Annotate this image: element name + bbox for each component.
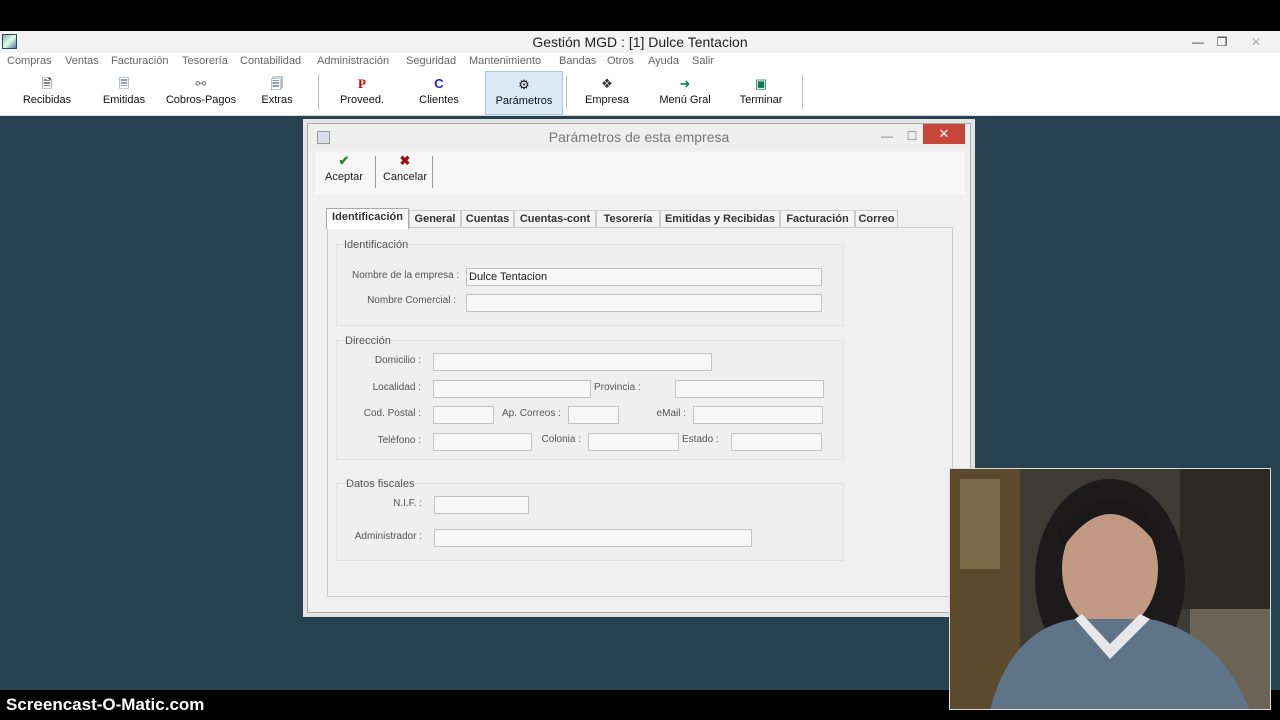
nombre-comercial-field[interactable]: [466, 294, 822, 312]
menu-otros[interactable]: Otros: [607, 55, 634, 67]
dialog-toolbar-separator: [432, 156, 433, 188]
arrow-right-icon: ➜: [679, 76, 691, 91]
tab-emitidas-recibidas[interactable]: Emitidas y Recibidas: [660, 210, 780, 228]
colonia-field[interactable]: [588, 433, 679, 451]
dialog-icon: [317, 131, 330, 144]
menu-mantenimiento[interactable]: Mantenimiento: [469, 55, 541, 67]
restore-button[interactable]: ❐: [1208, 32, 1236, 52]
datos-fiscales-group-label: Datos fiscales: [346, 478, 415, 490]
menu-tesoreria[interactable]: Tesorería: [182, 55, 228, 67]
dialog-close-button[interactable]: ✕: [923, 124, 965, 144]
emitidas-button[interactable]: 🗏 Emitidas: [96, 71, 152, 115]
menu-gral-button[interactable]: ➜ Menú Gral: [652, 71, 718, 115]
dialog-minimize-button[interactable]: —: [874, 127, 900, 145]
screen: Gestión MGD : [1] Dulce Tentacion — ❐ ✕ …: [0, 0, 1280, 720]
localidad-label: Localidad :: [372, 382, 421, 393]
tab-cuentas[interactable]: Cuentas: [461, 210, 514, 228]
localidad-field[interactable]: [433, 380, 591, 398]
extras-button[interactable]: 🗐 Extras: [254, 71, 300, 115]
dialog-maximize-button[interactable]: ☐: [899, 127, 925, 145]
dialog-toolbar: ✔ Aceptar ✖ Cancelar: [315, 152, 965, 194]
tab-general[interactable]: General: [409, 210, 461, 228]
aceptar-button[interactable]: ✔ Aceptar: [321, 154, 367, 190]
menu-compras[interactable]: Compras: [7, 55, 52, 67]
menu-contabilidad[interactable]: Contabilidad: [240, 55, 301, 67]
email-label: eMail :: [656, 408, 686, 419]
window-title: Gestión MGD : [1] Dulce Tentacion: [532, 34, 748, 50]
check-icon: ✔: [338, 153, 350, 168]
outbox-doc-icon: 🗏: [118, 76, 130, 91]
empresa-button[interactable]: ❖ Empresa: [580, 71, 634, 115]
provincia-field[interactable]: [675, 380, 824, 398]
administrador-label: Administrador :: [354, 531, 422, 542]
tab-cuentas-cont[interactable]: Cuentas-cont: [514, 210, 596, 228]
toolbar-separator: [318, 75, 319, 109]
nif-label: N.I.F. :: [393, 498, 422, 509]
identificacion-group-label: Identificación: [344, 239, 409, 251]
gear-icon: ⚙: [518, 77, 530, 92]
menu-ayuda[interactable]: Ayuda: [648, 55, 679, 67]
x-mark-icon: ✖: [399, 153, 411, 168]
parametros-dialog: Parámetros de esta empresa — ☐ ✕ ✔ Acept…: [307, 123, 971, 613]
menu-seguridad[interactable]: Seguridad: [406, 55, 456, 67]
tab-identificacion[interactable]: Identificación: [326, 208, 409, 229]
administrador-field[interactable]: [434, 529, 752, 547]
menu-bar: Compras Ventas Facturación Tesorería Con…: [0, 53, 1280, 71]
cobros-pagos-button[interactable]: ⚯ Cobros-Pagos: [162, 71, 240, 115]
cod-postal-label: Cod. Postal :: [363, 408, 421, 419]
dialog-title: Parámetros de esta empresa: [308, 124, 970, 150]
estado-label: Estado :: [682, 434, 719, 445]
parametros-button[interactable]: ⚙ Parámetros: [485, 71, 563, 115]
identificacion-panel: Identificación Nombre de la empresa : Du…: [327, 227, 953, 597]
inbox-doc-icon: 🗎: [41, 76, 53, 91]
tab-tesoreria[interactable]: Tesorería: [596, 210, 660, 228]
watermark: Screencast-O-Matic.com: [6, 695, 205, 714]
direccion-group-label: Dirección: [345, 335, 391, 347]
dialog-toolbar-separator: [375, 156, 376, 188]
ap-correos-field[interactable]: [568, 406, 619, 424]
menu-facturacion[interactable]: Facturación: [111, 55, 168, 67]
title-bar: Gestión MGD : [1] Dulce Tentacion — ❐ ✕: [0, 31, 1280, 53]
email-field[interactable]: [693, 406, 823, 424]
colonia-label: Colonia :: [541, 434, 581, 445]
provincia-label: Provincia :: [594, 382, 641, 393]
datos-fiscales-group: [336, 483, 844, 561]
proveedores-button[interactable]: P Proveed.: [334, 71, 390, 115]
close-button[interactable]: ✕: [1242, 32, 1270, 52]
webcam-overlay: [949, 468, 1271, 710]
telefono-field[interactable]: [433, 433, 532, 451]
main-toolbar: 🗎 Recibidas 🗏 Emitidas ⚯ Cobros-Pagos 🗐 …: [0, 71, 1280, 116]
telefono-label: Teléfono :: [377, 435, 421, 446]
cod-postal-field[interactable]: [433, 406, 494, 424]
tab-correo[interactable]: Correo: [855, 210, 898, 228]
estado-field[interactable]: [731, 433, 822, 451]
toolbar-separator: [566, 75, 567, 109]
webcam-picture: [950, 469, 1270, 709]
menu-bandas[interactable]: Bandas: [559, 55, 596, 67]
nombre-comercial-label: Nombre Comercial :: [367, 295, 456, 306]
network-icon: ❖: [601, 76, 613, 91]
letter-p-icon: P: [358, 76, 366, 91]
exit-door-icon: ▣: [754, 76, 768, 91]
nombre-empresa-label: Nombre de la empresa :: [352, 270, 460, 281]
letter-c-icon: C: [434, 76, 444, 91]
menu-ventas[interactable]: Ventas: [65, 55, 99, 67]
tab-facturacion[interactable]: Facturación: [780, 210, 855, 228]
extras-doc-icon: 🗐: [270, 76, 284, 91]
toolbar-separator: [802, 75, 803, 109]
domicilio-field[interactable]: [433, 353, 712, 371]
ap-correos-label: Ap. Correos :: [502, 408, 561, 419]
terminar-button[interactable]: ▣ Terminar: [732, 71, 790, 115]
nif-field[interactable]: [434, 496, 529, 514]
domicilio-label: Domicilio :: [374, 355, 421, 366]
nombre-empresa-field[interactable]: Dulce Tentacion: [466, 268, 822, 286]
menu-administracion[interactable]: Administración: [317, 55, 389, 67]
cancelar-button[interactable]: ✖ Cancelar: [380, 154, 430, 190]
clientes-button[interactable]: C Clientes: [412, 71, 466, 115]
coins-icon: ⚯: [195, 76, 207, 91]
recibidas-button[interactable]: 🗎 Recibidas: [16, 71, 78, 115]
menu-salir[interactable]: Salir: [692, 55, 714, 67]
